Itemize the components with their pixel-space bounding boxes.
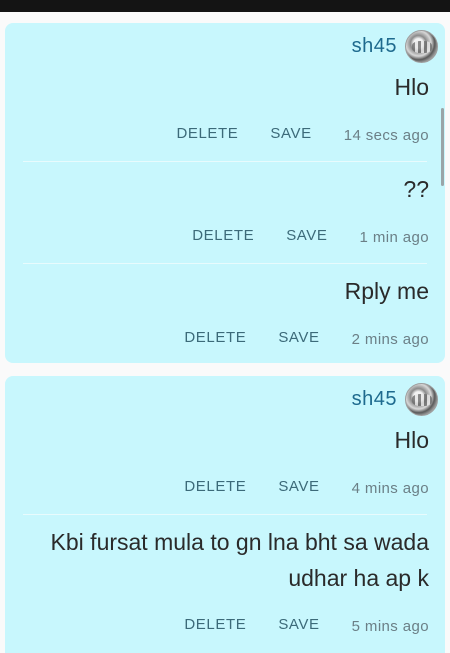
avatar[interactable] [405,382,438,416]
message-item: ?? DELETE SAVE 1 min ago [5,161,445,263]
message-timestamp: 1 min ago [359,228,429,246]
message-item: Rply me DELETE SAVE 2 mins ago [5,263,445,365]
save-button[interactable]: SAVE [270,125,311,142]
message-item: Kbi fursat mula to gn lna bht sa wada ud… [5,514,445,652]
message-card: sh45 Hlo DELETE SAVE 4 mins ago Kbi furs… [5,376,445,653]
message-feed[interactable]: sh45 Hlo DELETE SAVE 14 secs ago ?? DELE… [0,12,450,653]
avatar[interactable] [405,29,438,63]
delete-button[interactable]: DELETE [184,329,246,346]
save-button[interactable]: SAVE [278,478,319,495]
message-timestamp: 5 mins ago [351,617,429,635]
delete-button[interactable]: DELETE [192,227,254,244]
save-button[interactable]: SAVE [286,227,327,244]
save-button[interactable]: SAVE [278,616,319,633]
message-text: Rply me [344,278,429,304]
save-button[interactable]: SAVE [278,329,319,346]
message-card: sh45 Hlo DELETE SAVE 14 secs ago ?? DELE… [5,23,445,363]
message-timestamp: 14 secs ago [343,126,429,144]
message-timestamp: 2 mins ago [351,330,429,348]
message-actions: DELETE SAVE 4 mins ago [25,458,429,514]
message-item: Hlo DELETE SAVE 14 secs ago [5,69,445,161]
card-header: sh45 [5,376,445,422]
message-actions: DELETE SAVE 14 secs ago [25,105,429,161]
message-actions: DELETE SAVE 1 min ago [25,207,429,263]
delete-button[interactable]: DELETE [184,478,246,495]
message-text: Kbi fursat mula to gn lna bht sa wada ud… [50,529,429,591]
delete-button[interactable]: DELETE [176,125,238,142]
message-text: ?? [403,176,429,202]
delete-button[interactable]: DELETE [184,616,246,633]
message-actions: DELETE SAVE 5 mins ago [25,596,429,652]
scrollbar[interactable] [441,108,444,186]
message-text: Hlo [394,427,429,453]
status-bar [0,0,450,12]
message-actions: DELETE SAVE 2 mins ago [25,309,429,365]
username[interactable]: sh45 [352,388,397,411]
username[interactable]: sh45 [352,35,397,58]
message-timestamp: 4 mins ago [351,479,429,497]
message-text: Hlo [394,74,429,100]
card-header: sh45 [5,23,445,69]
message-item: Hlo DELETE SAVE 4 mins ago [5,422,445,514]
